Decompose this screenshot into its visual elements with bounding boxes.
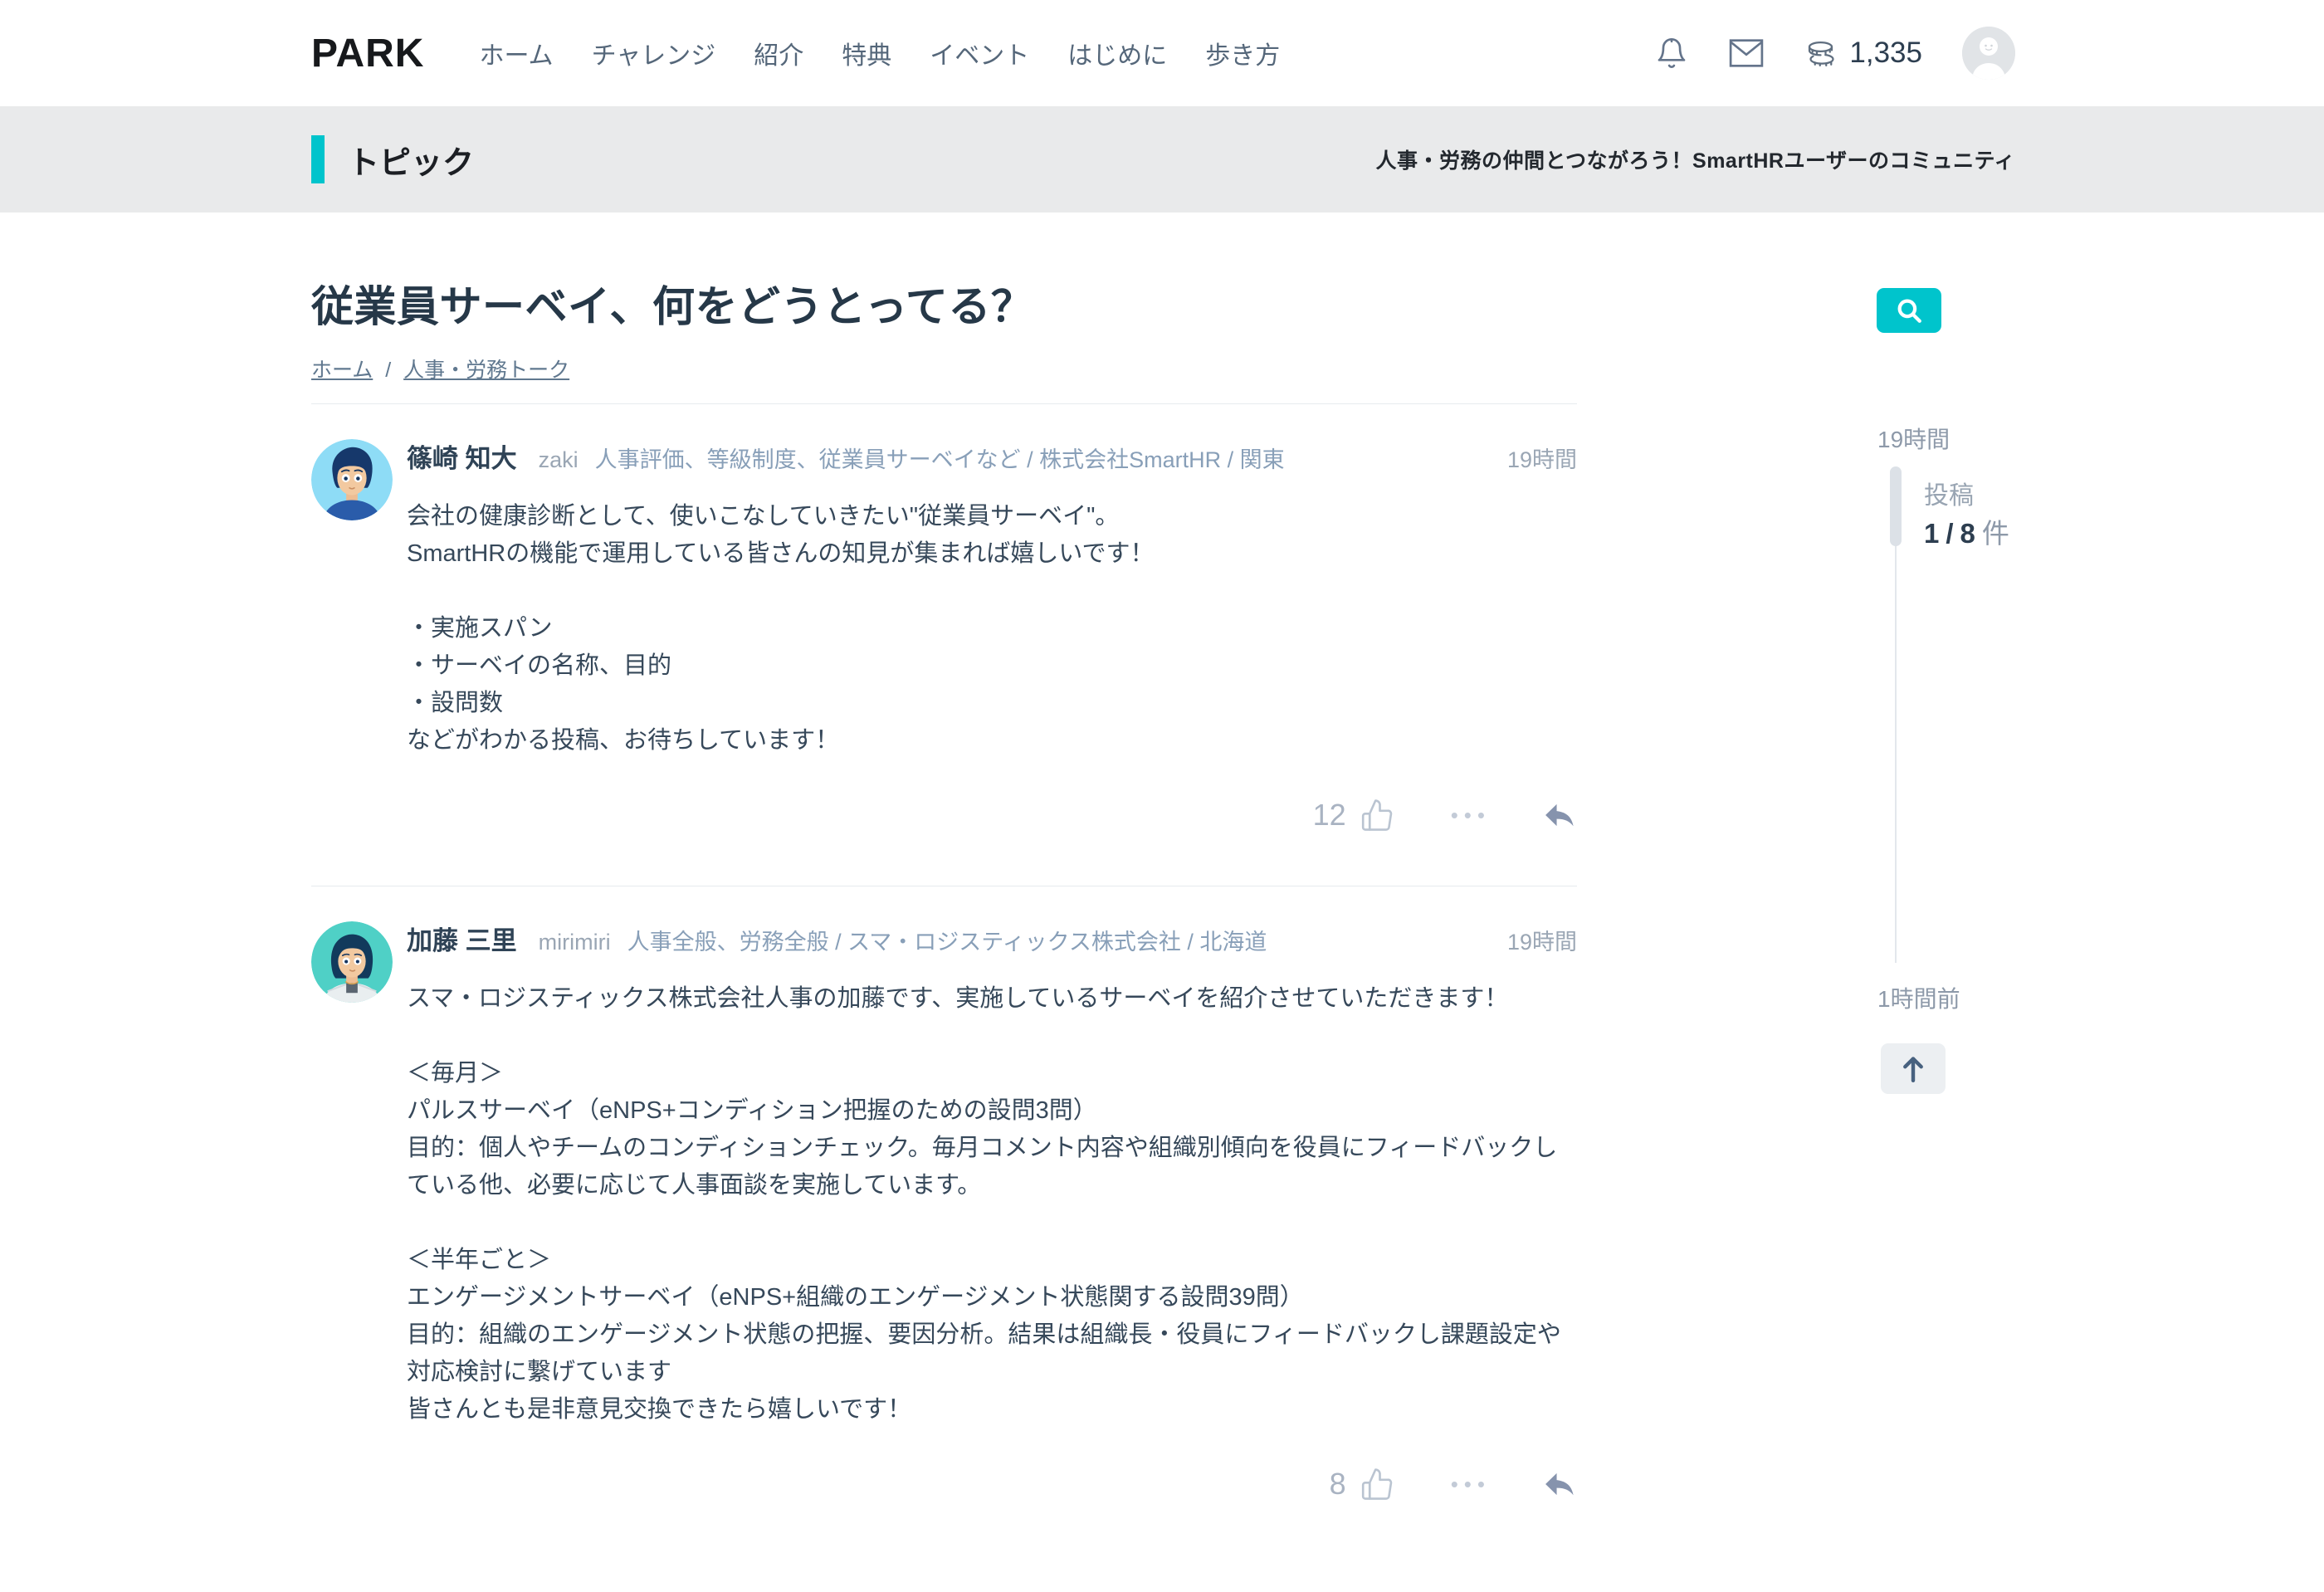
post-2-body: スマ・ロジスティックス株式会社人事の加藤です、実施しているサーベイを紹介させてい… [407,985,1561,1423]
scroll-to-top-button[interactable] [1881,1043,1946,1094]
timeline-posts-label: 投稿 [1924,482,1974,510]
coin-balance[interactable]: 1,335 [1804,37,1922,70]
thumbs-up-icon[interactable] [1360,798,1394,833]
post-2-avatar[interactable] [311,921,393,1003]
nav-item-home[interactable]: ホーム [479,35,553,71]
timeline-latest-time: 19時間 [1877,427,1950,452]
post-1-tags: 人事評価、等級制度、従業員サーベイなど / 株式会社SmartHR / 関東 [594,447,1285,472]
nav-item-guide[interactable]: 歩き方 [1205,35,1280,71]
post-2: 加藤 三里 mirimiri 人事全般、労務全般 / スマ・ロジスティックス株式… [311,886,1577,1555]
post-1: 篠崎 知大 zaki 人事評価、等級制度、従業員サーベイなど / 株式会社Sma… [311,403,1577,886]
nav-item-events[interactable]: イベント [930,35,1029,71]
timeline-current-post: 1 [1924,518,1940,549]
coins-icon [1804,38,1839,68]
post-1-header: 篠崎 知大 zaki 人事評価、等級制度、従業員サーベイなど / 株式会社Sma… [407,437,1577,475]
post-1-avatar[interactable] [311,439,393,520]
banner-accent-bar [311,135,325,183]
more-options-icon[interactable]: ••• [1451,1473,1491,1495]
search-icon [1895,296,1923,325]
post-2-username: mirimiri [538,930,611,955]
timeline-total-posts: 8 [1960,518,1975,549]
bell-icon[interactable] [1655,37,1688,70]
post-1-like-count: 12 [1312,798,1346,832]
post-1-actions: 12 ••• [407,798,1577,833]
timeline-scrubber-handle[interactable] [1890,466,1902,546]
breadcrumb-category-link[interactable]: 人事・労務トーク [403,359,569,382]
breadcrumb: ホーム / 人事・労務トーク [311,354,1577,383]
post-2-main: 加藤 三里 mirimiri 人事全般、労務全般 / スマ・ロジスティックス株式… [407,920,1577,1502]
post-1-main: 篠崎 知大 zaki 人事評価、等級制度、従業員サーベイなど / 株式会社Sma… [407,437,1577,833]
coin-count: 1,335 [1849,37,1922,69]
post-2-actions: 8 ••• [407,1467,1577,1502]
nav-item-challenge[interactable]: チャレンジ [592,35,716,71]
post-2-tags: 人事全般、労務全般 / スマ・ロジスティックス株式会社 / 北海道 [627,930,1267,955]
breadcrumb-home-link[interactable]: ホーム [311,359,373,382]
post-1-username: zaki [538,447,579,472]
main-content: 従業員サーベイ、何をどうとってる？ ホーム / 人事・労務トーク 篠崎 知大 z… [311,212,1577,1555]
post-2-timestamp: 19時間 [1506,930,1577,955]
banner-tagline: 人事・労務の仲間とつながろう！SmartHRユーザーのコミュニティ [1375,149,2015,173]
more-options-icon[interactable]: ••• [1451,804,1491,826]
reply-icon[interactable] [1542,1468,1577,1500]
post-1-body: 会社の健康診断として、使いこなしていきたい"従業員サーベイ"。 SmartHRの… [407,503,1155,754]
nav-item-getting-started[interactable]: はじめに [1067,35,1167,71]
reply-icon[interactable] [1542,799,1577,831]
post-2-like-count: 8 [1329,1467,1346,1501]
post-1-author[interactable]: 篠崎 知大 [407,437,517,475]
header: PARK ホーム チャレンジ 紹介 特典 イベント はじめに 歩き方 1,335 [0,0,2324,106]
header-right: 1,335 [1655,27,2015,80]
mail-icon[interactable] [1728,38,1765,68]
nav-item-benefits[interactable]: 特典 [842,35,891,71]
post-2-author[interactable]: 加藤 三里 [407,920,517,957]
page: PARK ホーム チャレンジ 紹介 特典 イベント はじめに 歩き方 1,335… [0,0,2324,1592]
timeline-oldest-time: 1時間前 [1877,986,1960,1012]
post-1-timestamp: 19時間 [1506,447,1577,472]
breadcrumb-separator: / [385,359,392,382]
topic-banner: トピック 人事・労務の仲間とつながろう！SmartHRユーザーのコミュニティ [0,106,2324,212]
park-logo[interactable]: PARK [311,31,424,76]
user-avatar[interactable] [1962,27,2015,80]
timeline-counter-separator: / [1946,518,1954,549]
thumbs-up-icon[interactable] [1360,1467,1394,1502]
banner-title: トピック [348,145,475,181]
nav-item-intro[interactable]: 紹介 [754,35,803,71]
post-list: 篠崎 知大 zaki 人事評価、等級制度、従業員サーベイなど / 株式会社Sma… [311,403,1577,1555]
post-2-header: 加藤 三里 mirimiri 人事全般、労務全般 / スマ・ロジスティックス株式… [407,920,1577,957]
main-nav: ホーム チャレンジ 紹介 特典 イベント はじめに 歩き方 [479,35,1280,71]
search-button[interactable] [1877,288,1941,333]
timeline-counter-unit: 件 [1981,518,2009,549]
timeline-post-counter: 1 / 8 件 [1924,511,2009,551]
arrow-up-icon [1899,1054,1927,1084]
page-title: 従業員サーベイ、何をどうとってる？ [311,283,1034,330]
